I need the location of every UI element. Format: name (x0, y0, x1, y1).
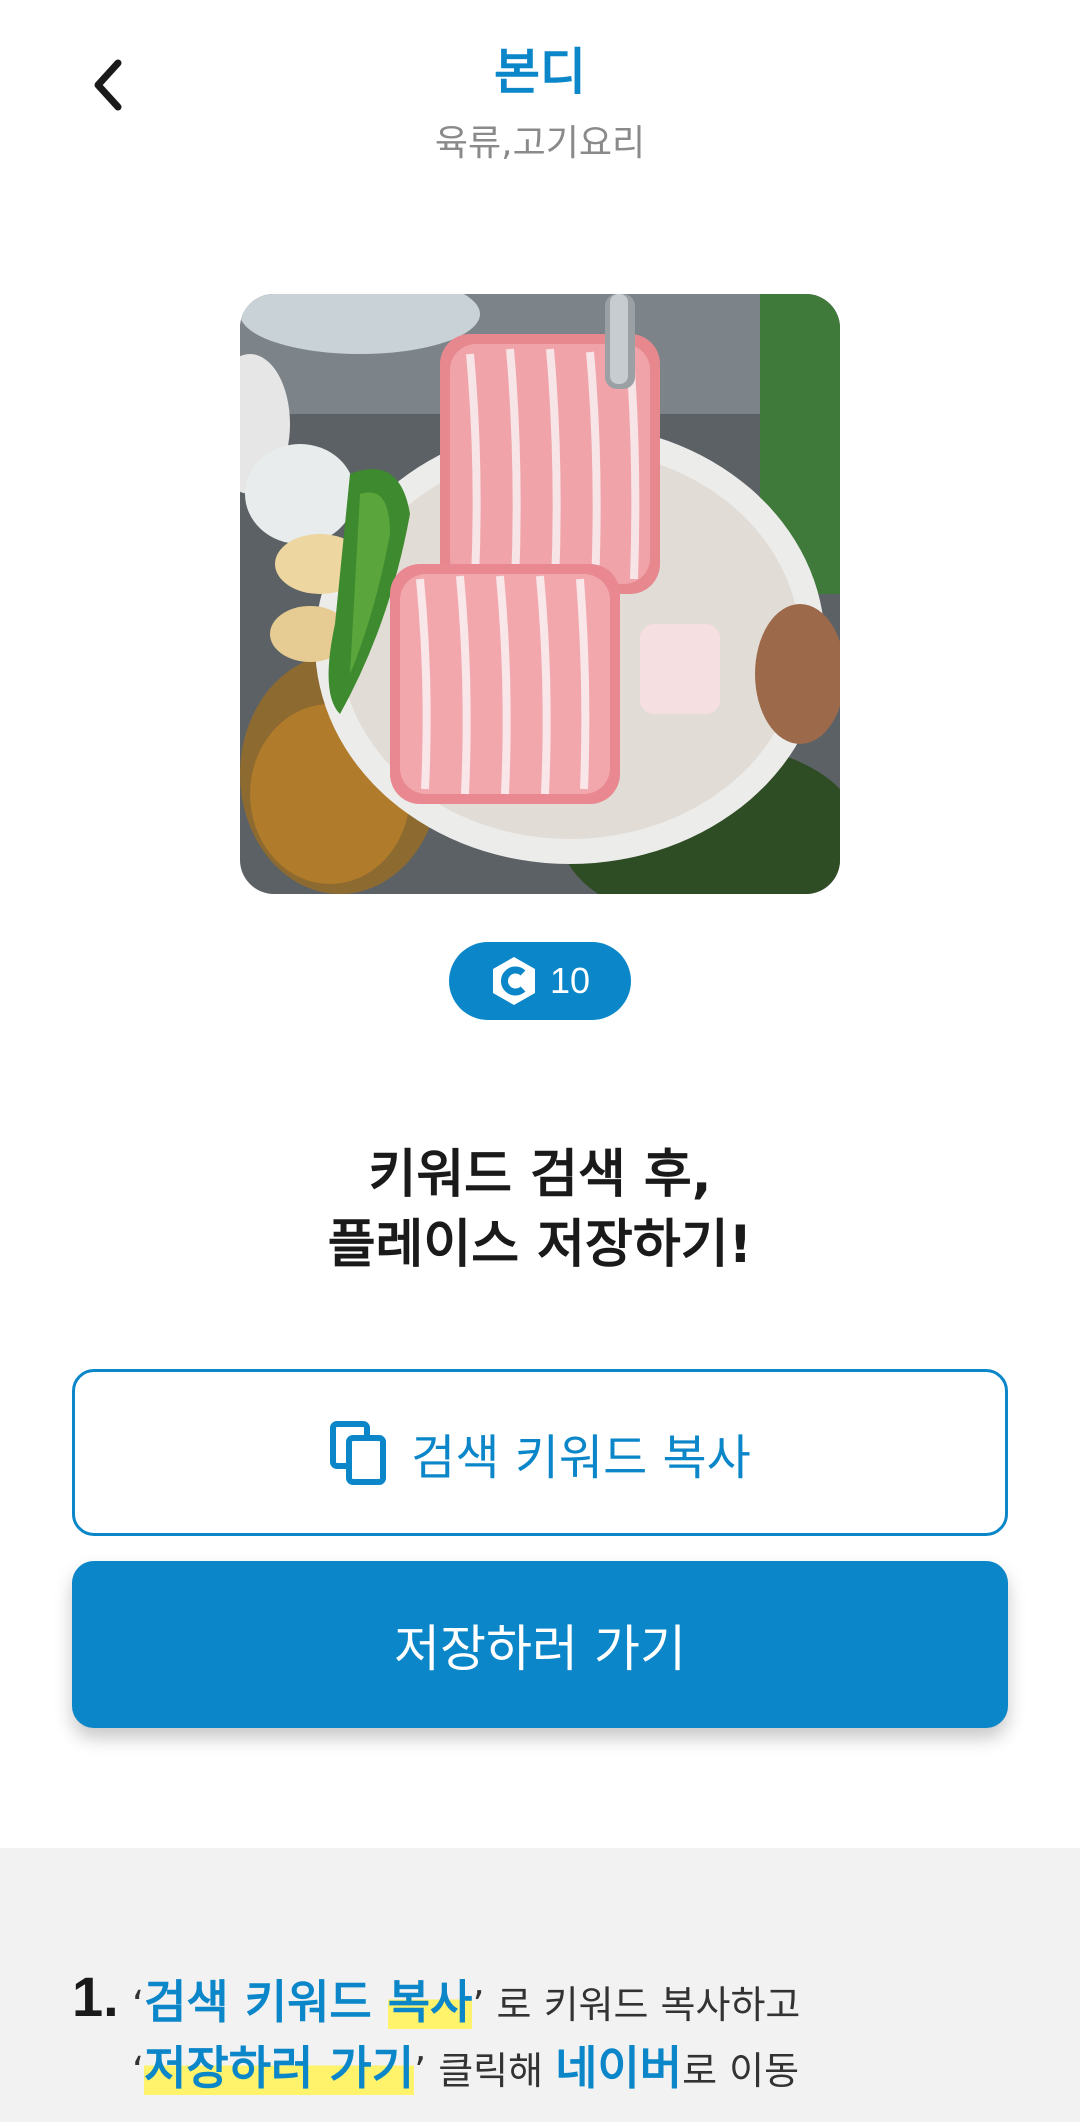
copy-keyword-label: 검색 키워드 복사 (411, 1429, 751, 1486)
quote-mark: ‘ (132, 2049, 145, 2093)
guide-keyword-copy-b: 복사 (387, 1975, 473, 2029)
guide-keyword-copy-a: 검색 키워드 (144, 1975, 388, 2029)
top-bar: 본디 육류,고기요리 (0, 0, 1080, 200)
guide-keyword-go: 저장하러 가기 (144, 2041, 415, 2095)
headline-line-1: 키워드 검색 후, (368, 1145, 712, 1205)
headline-line-2: 플레이스 저장하기! (327, 1215, 753, 1275)
mission-headline: 키워드 검색 후, 플레이스 저장하기! (0, 1140, 1080, 1280)
guide-section: 1. ‘검색 키워드 복사’ 로 키워드 복사하고 ‘저장하러 가기’ 클릭해 … (0, 1848, 1080, 2122)
restaurant-photo (240, 294, 840, 894)
go-save-label: 저장하러 가기 (394, 1619, 686, 1678)
guide-line-2-text: 클릭해 (426, 2049, 556, 2093)
reward-amount: 10 (549, 960, 591, 1001)
quote-mark: ’ (472, 1983, 485, 2027)
go-save-button[interactable]: 저장하러 가기 (72, 1561, 1008, 1728)
page-title: 본디 (494, 43, 586, 101)
quote-mark: ‘ (132, 1983, 145, 2027)
guide-line-1-text: 로 키워드 복사하고 (484, 1983, 801, 2027)
guide-brand-naver: 네이버 (555, 2041, 683, 2095)
coin-c-icon (492, 957, 535, 1005)
page-subtitle: 육류,고기요리 (434, 123, 646, 164)
copy-icon (330, 1420, 387, 1485)
step-number: 1. (72, 1965, 119, 2028)
guide-line-2-end: 로 이동 (682, 2049, 800, 2093)
reward-badge: 10 (449, 942, 631, 1020)
quote-mark: ’ (414, 2049, 427, 2093)
guide-line-1: ‘검색 키워드 복사’ 로 키워드 복사하고 (132, 1966, 800, 2032)
copy-keyword-button[interactable]: 검색 키워드 복사 (72, 1369, 1008, 1536)
guide-line-2: ‘저장하러 가기’ 클릭해 네이버로 이동 (132, 2032, 799, 2098)
